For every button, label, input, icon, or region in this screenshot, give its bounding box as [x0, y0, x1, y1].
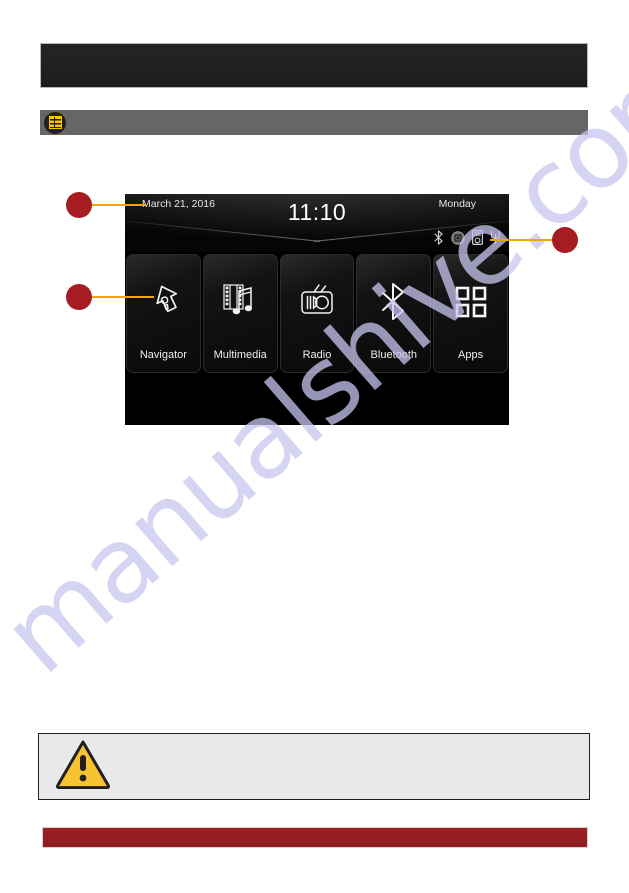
callout-dot [66, 284, 92, 310]
callout-leader-line [490, 239, 552, 241]
disc-icon [451, 230, 465, 245]
bluetooth-icon [433, 230, 444, 245]
home-tile-row: Navigator Multimedia Radio Bluetooth App… [125, 254, 509, 373]
callout-status-bar [66, 192, 146, 218]
page-header-band [40, 43, 588, 88]
tile-label-bluetooth: Bluetooth [370, 349, 418, 361]
tile-multimedia[interactable]: Multimedia [202, 254, 278, 373]
tile-label-multimedia: Multimedia [213, 349, 267, 361]
tile-apps[interactable]: Apps [433, 254, 508, 373]
grid-apps-icon [434, 255, 507, 349]
callout-leader-line [92, 204, 146, 206]
page-footer-band [42, 827, 588, 848]
warning-triangle-icon [55, 739, 111, 794]
warning-note-box [38, 733, 590, 800]
callout-leader-line [92, 296, 154, 298]
section-header-band [40, 110, 588, 135]
tile-navigator[interactable]: Navigator [126, 254, 201, 373]
status-day: Monday [438, 198, 476, 210]
callout-navigator-tile [66, 284, 154, 310]
tile-label-apps: Apps [458, 349, 484, 361]
tile-label-radio: Radio [302, 349, 332, 361]
film-music-icon [204, 255, 277, 349]
bluetooth-icon [357, 255, 430, 349]
radio-icon [281, 255, 354, 349]
tile-bluetooth[interactable]: Bluetooth [356, 254, 432, 373]
tile-radio[interactable]: Radio [279, 254, 355, 373]
screen-status-bar: March 21, 2016 11:10 Monday [125, 194, 509, 252]
ipod-icon [472, 230, 483, 245]
callout-dot [552, 227, 578, 253]
infotainment-screen: March 21, 2016 11:10 Monday Navigator Mu… [125, 194, 509, 425]
callout-status-icons [490, 227, 580, 253]
callout-dot [66, 192, 92, 218]
list-table-icon [44, 111, 66, 134]
tile-label-navigator: Navigator [139, 349, 187, 361]
